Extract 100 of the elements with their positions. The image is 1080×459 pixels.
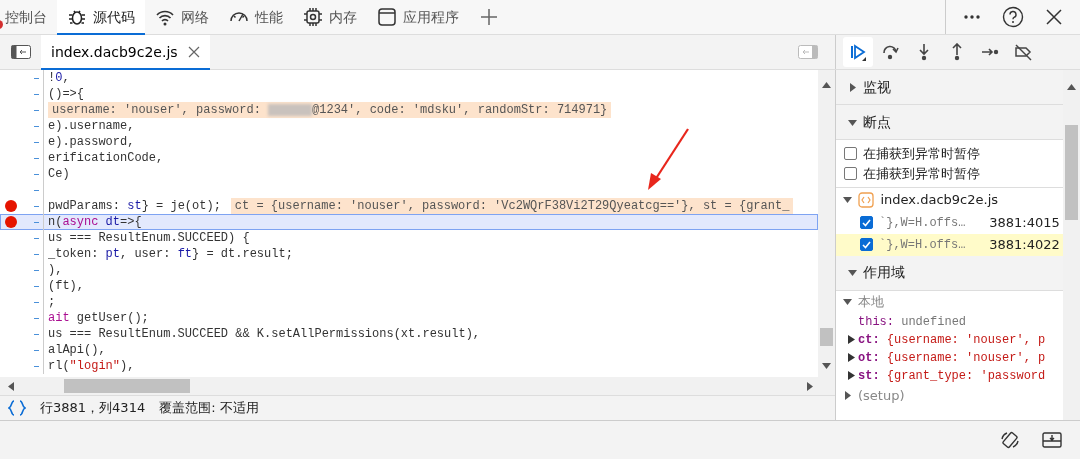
breakpoint-item[interactable]: `},W=H.offs… 3881:4022 <box>836 233 1063 256</box>
vertical-scrollbar[interactable] <box>818 70 835 377</box>
variable-name: this: <box>858 313 894 331</box>
scrollbar-thumb[interactable] <box>820 328 833 346</box>
breakpoint-marker[interactable] <box>5 200 17 212</box>
expand-arrow-icon[interactable] <box>848 82 857 92</box>
breakpoint-location[interactable]: 3881:4022 <box>989 234 1060 255</box>
code-line: !0, <box>47 70 70 86</box>
line-dash <box>34 318 39 319</box>
code-line: ), <box>47 262 63 278</box>
line-dash <box>34 254 39 255</box>
code-line: ()=>{ <box>47 86 84 102</box>
expand-arrow-icon[interactable] <box>848 353 855 362</box>
sidebar-toggle-icon <box>10 45 31 59</box>
file-code-icon <box>858 191 874 208</box>
line-dash <box>34 206 39 207</box>
line-dash <box>34 366 39 367</box>
scope-group[interactable]: (setup) <box>858 385 905 406</box>
inline-value: ct = {username: 'nouser', password: 'Vc2WQrF38Vi2T29Qyeatcg=='}, st = {grant_ <box>230 198 794 214</box>
checkbox[interactable] <box>860 238 873 251</box>
variable-value: {username: 'nouser', p <box>885 331 1046 349</box>
inline-value: username: 'nouser', password: @1234', code: 'mdsku', randomStr: 714971} <box>48 102 612 118</box>
variable-value: {grant_type: 'password <box>885 367 1046 385</box>
line-dash <box>34 126 39 127</box>
variable-value: undefined <box>900 313 967 331</box>
panel-tab[interactable]: 源代码 <box>57 0 145 35</box>
cursor-position: 行3881，列4314 <box>40 399 146 418</box>
code-line: erificationCode, <box>47 150 164 166</box>
line-dash <box>34 142 39 143</box>
panel-tab[interactable]: 控制台 <box>0 0 57 35</box>
rotate-device-icon <box>1000 430 1020 450</box>
checkbox[interactable] <box>844 146 857 160</box>
chip-icon <box>303 7 323 27</box>
deactivate-breakpoints-icon <box>1014 42 1034 62</box>
line-dash <box>34 222 39 223</box>
dock-bottom-icon <box>1042 432 1062 448</box>
code-line: (ft), <box>47 278 84 294</box>
expand-arrow-icon[interactable] <box>848 268 857 277</box>
scrollbar-thumb[interactable] <box>1065 125 1078 220</box>
line-dash <box>34 158 39 159</box>
expand-arrow-icon[interactable] <box>842 297 852 306</box>
more-icon <box>963 14 981 20</box>
section-header[interactable]: 断点 <box>836 105 1063 140</box>
variable-name: st: <box>858 367 880 385</box>
line-dash <box>34 110 39 111</box>
line-dash <box>34 302 39 303</box>
section-header[interactable]: 监视 <box>836 70 1063 105</box>
option-label: 在捕获到异常时暂停 <box>863 164 980 183</box>
scope-group[interactable]: 本地 <box>858 291 884 312</box>
resume-icon <box>848 42 867 62</box>
line-dash <box>34 334 39 335</box>
line-dash <box>34 270 39 271</box>
breakpoint-marker[interactable] <box>5 216 17 228</box>
pretty-print-icon[interactable] <box>8 400 26 416</box>
panel-tab[interactable]: 应用程序 <box>367 0 469 35</box>
debugger-button[interactable] <box>842 37 873 67</box>
scroll-left-icon <box>8 381 14 391</box>
horizontal-scrollbar[interactable] <box>0 377 835 395</box>
scroll-up-icon <box>1067 84 1076 90</box>
section-header[interactable]: 作用域 <box>836 255 1063 291</box>
scroll-down-icon <box>822 363 831 369</box>
line-dash <box>34 286 39 287</box>
variable-name: ot: <box>858 349 880 367</box>
line-dash <box>34 350 39 351</box>
help-icon <box>1002 6 1024 28</box>
code-line: e).password, <box>47 134 135 150</box>
line-dash <box>34 94 39 95</box>
checkbox[interactable] <box>860 216 873 229</box>
file-tab[interactable]: index.dacb9c2e.js <box>41 34 210 70</box>
panel-tab[interactable]: 性能 <box>219 0 293 35</box>
variable-value: {username: 'nouser', p <box>885 349 1046 367</box>
line-dash <box>34 78 39 79</box>
breakpoint-location[interactable]: 3881:4015 <box>989 212 1060 233</box>
code-line: Ce) <box>47 166 70 182</box>
expand-arrow-icon[interactable] <box>848 371 855 380</box>
expand-arrow-icon[interactable] <box>842 391 852 400</box>
vertical-scrollbar[interactable] <box>1063 70 1080 420</box>
panel-tab[interactable]: 网络 <box>145 0 219 35</box>
option-label: 在捕获到异常时暂停 <box>863 144 980 163</box>
code-line: _token: pt, user: ft} = dt.result; <box>47 246 293 262</box>
expand-arrow-icon[interactable] <box>848 117 857 127</box>
code-line: rl("login"), <box>47 358 135 374</box>
sidebar-toggle-icon <box>798 45 818 59</box>
line-dash <box>34 174 39 175</box>
expand-arrow-icon[interactable] <box>848 335 855 344</box>
code-line: ait getUser(); <box>47 310 149 326</box>
breakpoint-code[interactable]: `},W=H.offs… <box>879 213 984 232</box>
panel-tab[interactable]: 内存 <box>293 0 367 35</box>
file-name: index.dacb9c2e.js <box>880 190 999 209</box>
code-line: us === ResultEnum.SUCCEED) { <box>47 230 250 246</box>
scrollbar-thumb[interactable] <box>64 379 190 393</box>
code-line: pwdParams: st} = je(ot); <box>47 198 221 214</box>
close-icon <box>187 46 200 58</box>
expand-arrow-icon[interactable] <box>842 195 852 204</box>
checkbox[interactable] <box>844 166 857 180</box>
line-dash <box>34 238 39 239</box>
code-line: alApi(), <box>47 342 106 358</box>
close-icon <box>1045 8 1063 26</box>
code-line: ; <box>47 294 56 310</box>
breakpoint-code[interactable]: `},W=H.offs… <box>879 235 984 254</box>
